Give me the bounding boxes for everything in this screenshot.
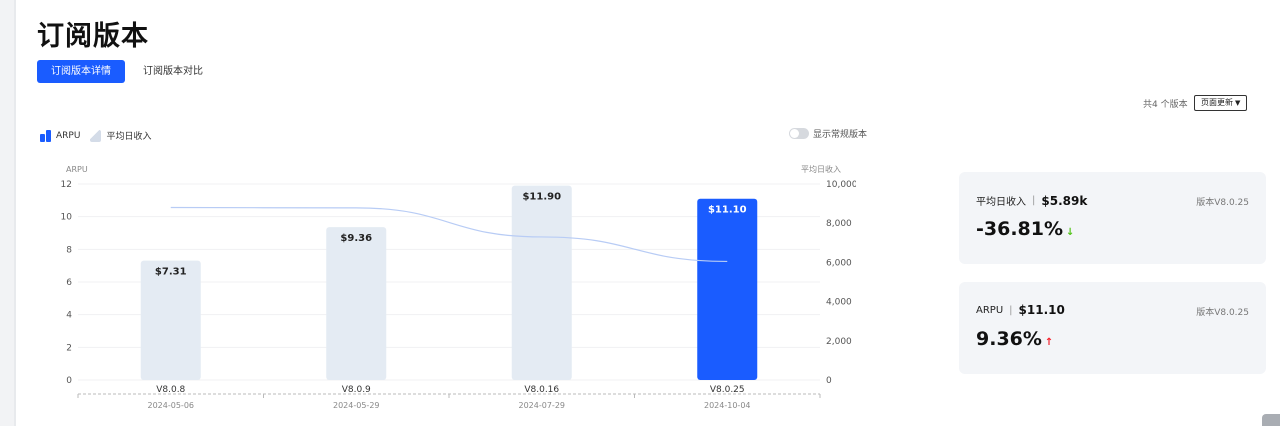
- y2-tick-label: 8,000: [826, 219, 852, 229]
- card-change: 9.36% ↑: [976, 328, 1053, 350]
- card-separator: |: [1032, 195, 1036, 206]
- arpu-bar: [511, 185, 572, 380]
- tab-version-details[interactable]: 订阅版本详情: [37, 60, 125, 83]
- bar-chart-icon: [40, 129, 51, 142]
- left-rail: [0, 0, 16, 426]
- card-change-value: 9.36%: [976, 328, 1042, 350]
- y-tick-label: 4: [66, 311, 72, 321]
- x-tick-date: 2024-05-06: [148, 401, 195, 410]
- x-tick-label: V8.0.25: [710, 385, 745, 395]
- card-value: $11.10: [1018, 303, 1065, 317]
- y2-tick-label: 2,000: [826, 337, 852, 347]
- arpu-bar: [140, 260, 201, 380]
- x-tick-label: V8.0.8: [156, 385, 185, 395]
- caret-down-icon: ▼: [1235, 99, 1241, 107]
- y2-tick-label: 0: [826, 376, 832, 386]
- x-tick-label: V8.0.16: [524, 385, 559, 395]
- y-axis-title: ARPU: [66, 165, 88, 174]
- trend-up-icon: ↑: [1044, 337, 1054, 348]
- left-rail-edge: [14, 0, 16, 426]
- page-update-label: 页面更新: [1201, 98, 1233, 107]
- card-label: ARPU: [976, 304, 1004, 316]
- version-count: 共4 个版本: [1143, 100, 1188, 110]
- regular-version-toggle[interactable]: 显示常规版本: [789, 127, 867, 140]
- x-tick-label: V8.0.9: [342, 385, 371, 395]
- card-label: 平均日收入: [976, 197, 1026, 208]
- tab-bar: 订阅版本详情 订阅版本对比: [37, 60, 217, 83]
- trend-down-icon: ↓: [1066, 227, 1075, 238]
- page-update-button[interactable]: 页面更新 ▼: [1194, 95, 1248, 111]
- bar-data-label: $11.10: [708, 205, 747, 216]
- chart-legend: ARPU 平均日收入: [40, 129, 161, 142]
- y-tick-label: 12: [61, 180, 72, 190]
- y-tick-label: 0: [66, 376, 72, 386]
- toggle-label: 显示常规版本: [813, 130, 868, 140]
- bar-data-label: $9.36: [340, 233, 372, 244]
- daily-revenue-line: [170, 206, 728, 263]
- arpu-revenue-chart: ARPU 平均日收入 0 2 4 6 8 10 12 0 2,000 4,000 6,000 8,000 1…: [61, 164, 856, 410]
- y2-axis-title: 平均日收入: [801, 164, 841, 174]
- legend-item-arpu[interactable]: ARPU: [40, 129, 81, 142]
- page-title: 订阅版本: [37, 21, 149, 52]
- bar-data-label: $11.90: [522, 192, 561, 203]
- card-version: 版本V8.0.25: [1196, 198, 1249, 208]
- scroll-thumb[interactable]: [1262, 414, 1280, 426]
- card-version: 版本V8.0.25: [1196, 308, 1249, 318]
- toggle-knob: [790, 129, 799, 138]
- tab-version-compare[interactable]: 订阅版本对比: [129, 60, 217, 83]
- y2-tick-label: 10,000: [826, 180, 856, 190]
- bar-data-label: $7.31: [155, 267, 187, 278]
- y-tick-label: 8: [66, 245, 72, 255]
- legend-item-daily-revenue[interactable]: 平均日收入: [90, 129, 151, 142]
- y2-tick-label: 4,000: [826, 298, 852, 308]
- legend-label-daily-revenue: 平均日收入: [106, 132, 152, 142]
- x-tick-date: 2024-05-29: [333, 401, 380, 410]
- x-tick-date: 2024-10-04: [704, 401, 751, 410]
- y-tick-label: 10: [61, 213, 73, 223]
- card-header: ARPU | $11.10: [976, 303, 1065, 317]
- legend-label-arpu: ARPU: [56, 130, 81, 141]
- y2-tick-label: 6,000: [826, 258, 852, 268]
- area-chart-icon: [90, 129, 102, 142]
- y-tick-label: 2: [66, 343, 72, 353]
- card-value: $5.89k: [1041, 193, 1088, 208]
- card-header: 平均日收入 | $5.89k: [976, 193, 1088, 209]
- x-tick-date: 2024-07-29: [519, 401, 566, 410]
- card-separator: |: [1009, 304, 1013, 316]
- stat-card-arpu: ARPU | $11.10 版本V8.0.25 9.36% ↑: [959, 282, 1266, 374]
- card-change-value: -36.81%: [976, 218, 1064, 240]
- card-change: -36.81% ↓: [976, 218, 1074, 240]
- stat-card-daily-revenue: 平均日收入 | $5.89k 版本V8.0.25 -36.81% ↓: [959, 172, 1266, 264]
- arpu-bar: [697, 198, 758, 380]
- arpu-bar: [326, 227, 387, 380]
- toggle-switch[interactable]: [789, 128, 809, 139]
- y-tick-label: 6: [66, 278, 72, 288]
